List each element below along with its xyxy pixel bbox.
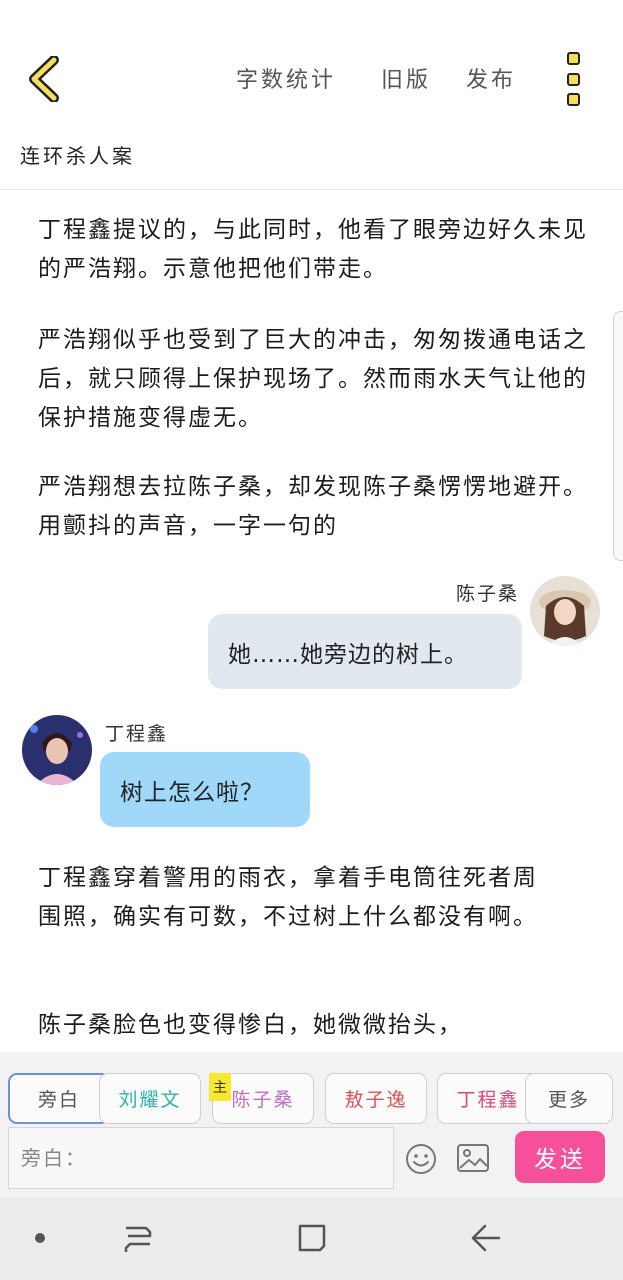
more-options-button[interactable]: [562, 52, 584, 106]
message-bubble: 她……她旁边的树上。: [208, 614, 522, 689]
avatar-boy-image: [22, 715, 92, 785]
message-input-box[interactable]: [8, 1127, 394, 1189]
narration-paragraph: 严浩翔想去拉陈子桑，却发现陈子桑愣愣地避开。用颤抖的声音，一字一句的: [38, 474, 588, 539]
story-content[interactable]: 丁程鑫提议的，与此同时，他看了眼旁边好久未见的严浩翔。示意他把他们带走。 严浩翔…: [0, 191, 623, 1052]
narration-paragraph: 丁程鑫穿着警用的雨衣，拿着手电筒往死者周围照，确实有可数，不过树上什么都没有啊。: [38, 865, 538, 930]
home-button[interactable]: [292, 1217, 332, 1259]
send-button[interactable]: 发送: [515, 1131, 605, 1183]
image-icon: [457, 1144, 489, 1172]
role-tab-label: 敖子逸: [344, 1089, 408, 1111]
narration-paragraph: 陈子桑脸色也变得惨白，她微微抬头，: [38, 1012, 463, 1038]
smiley-icon: [406, 1144, 436, 1174]
system-navigation-bar: [0, 1197, 623, 1280]
word-count-button[interactable]: 字数统计: [236, 62, 336, 94]
scroll-edge-handle[interactable]: [613, 311, 623, 561]
image-button[interactable]: [455, 1140, 491, 1176]
chevron-left-icon: [29, 56, 59, 102]
message-bubble: 树上怎么啦？: [100, 752, 310, 827]
speaker-name: 丁程鑫: [105, 723, 169, 745]
role-tab-label: 旁白: [37, 1089, 80, 1111]
role-tab-label: 更多: [547, 1089, 590, 1111]
avatar-girl-image: [530, 576, 600, 646]
story-title: 连环杀人案: [20, 144, 135, 168]
more-vertical-icon-dot: [566, 72, 580, 86]
nav-back-button[interactable]: [466, 1217, 506, 1259]
back-arrow-icon: [471, 1224, 501, 1252]
emoji-button[interactable]: [402, 1140, 440, 1178]
avatar[interactable]: [22, 715, 92, 785]
more-vertical-icon: [566, 52, 580, 65]
role-tab-more[interactable]: 更多: [525, 1073, 613, 1124]
recents-button[interactable]: [118, 1217, 158, 1259]
role-tab-label: 陈子桑: [231, 1089, 295, 1111]
role-tab-label: 刘耀文: [118, 1089, 182, 1111]
avatar[interactable]: [530, 576, 600, 646]
publish-button[interactable]: 发布: [466, 62, 516, 94]
back-button[interactable]: [22, 54, 66, 104]
dot-icon: [35, 1233, 45, 1243]
recents-icon: [124, 1226, 152, 1252]
role-tab-liu-yaowen[interactable]: 刘耀文: [99, 1073, 201, 1124]
more-vertical-icon-dot: [566, 93, 580, 106]
speaker-name: 陈子桑: [455, 583, 519, 605]
home-square-icon: [298, 1224, 326, 1252]
role-tab-label: 丁程鑫: [456, 1089, 520, 1111]
old-version-button[interactable]: 旧版: [381, 62, 431, 94]
nav-dot-button[interactable]: [28, 1217, 52, 1259]
role-tab-ding-chengxin[interactable]: 丁程鑫: [437, 1073, 539, 1124]
role-tab-narrator[interactable]: 旁白: [8, 1073, 110, 1124]
header: 字数统计 旧版 发布 连环杀人案: [0, 0, 623, 190]
narration-paragraph: 严浩翔似乎也受到了巨大的冲击，匆匆拨通电话之后，就只顾得上保护现场了。然而雨水天…: [38, 327, 588, 431]
role-tab-ao-ziyi[interactable]: 敖子逸: [325, 1073, 427, 1124]
role-bar: 旁白 刘耀文 陈子桑 主 敖子逸 丁程鑫 更多 发送: [0, 1052, 623, 1197]
narration-paragraph: 丁程鑫提议的，与此同时，他看了眼旁边好久未见的严浩翔。示意他把他们带走。: [38, 217, 588, 282]
message-input[interactable]: [9, 1146, 393, 1170]
main-character-badge: 主: [209, 1073, 231, 1101]
